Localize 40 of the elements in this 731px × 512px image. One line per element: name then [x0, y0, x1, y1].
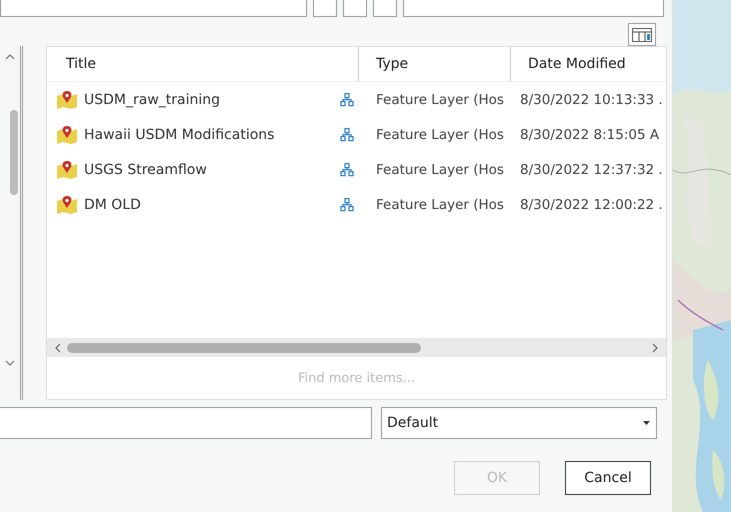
item-title[interactable]: DM OLD [84, 196, 141, 212]
column-header[interactable]: Title [47, 47, 359, 81]
column-header[interactable]: Date Modified [511, 47, 666, 81]
shared-icon [340, 92, 354, 106]
toolbar-button[interactable] [343, 0, 367, 17]
scroll-down-icon[interactable] [5, 360, 15, 366]
item-date: 8/30/2022 12:37:32 . [520, 162, 663, 178]
scroll-left-icon[interactable] [55, 342, 61, 352]
scroll-up-icon[interactable] [5, 54, 15, 60]
item-date: 8/30/2022 8:15:05 A [520, 126, 660, 142]
shared-icon [340, 162, 354, 176]
scrollbar-thumb[interactable] [10, 110, 18, 195]
name-field[interactable] [0, 407, 372, 439]
item-type: Feature Layer (Hos [376, 126, 504, 142]
dialog-button[interactable]: Cancel [565, 461, 651, 495]
layer-icon [56, 126, 78, 144]
item-type: Feature Layer (Hos [376, 162, 504, 178]
columns-icon [632, 28, 652, 42]
layer-icon [56, 160, 78, 178]
item-title[interactable]: USGS Streamflow [84, 162, 207, 178]
layer-icon [56, 196, 78, 214]
horizontal-scrollbar[interactable] [47, 338, 666, 357]
filter-dropdown[interactable]: Default [381, 407, 657, 439]
toolbar-button[interactable] [313, 0, 337, 17]
column-header[interactable]: Type [359, 47, 511, 81]
item-date: 8/30/2022 12:00:22 . [520, 196, 663, 212]
item-type: Feature Layer (Hos [376, 92, 504, 108]
item-title[interactable]: USDM_raw_training [84, 92, 220, 108]
item-date: 8/30/2022 10:13:33 . [520, 92, 663, 108]
item-title[interactable]: Hawaii USDM Modifications [84, 126, 274, 142]
dropdown-caret-icon [643, 421, 650, 425]
shared-icon [340, 198, 354, 212]
view-toggle-button[interactable] [628, 23, 656, 46]
scroll-right-icon[interactable] [652, 342, 658, 352]
search-field[interactable] [0, 0, 307, 17]
toolbar-button[interactable] [373, 0, 397, 17]
item-type: Feature Layer (Hos [376, 196, 504, 212]
path-field[interactable] [403, 0, 664, 17]
layer-icon [56, 90, 78, 108]
shared-icon [340, 128, 354, 142]
